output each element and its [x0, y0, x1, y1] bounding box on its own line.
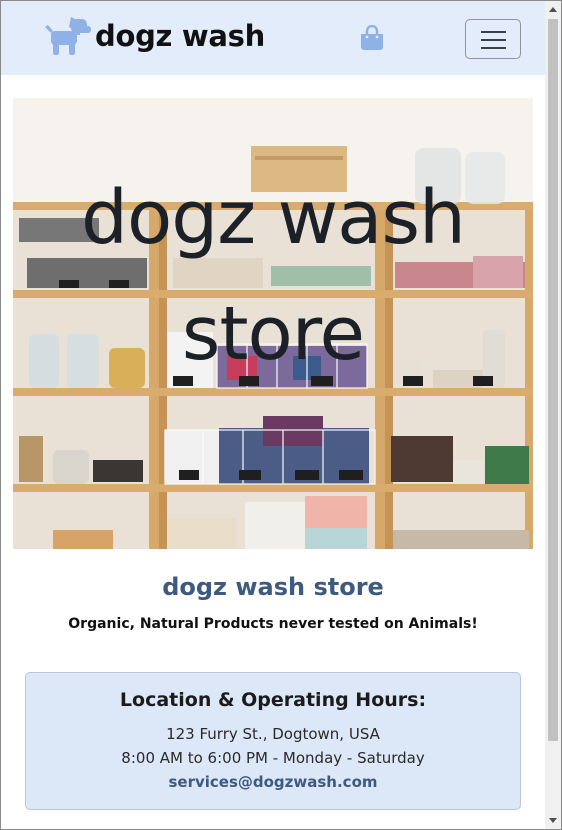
- email-link[interactable]: services@dogzwash.com: [26, 773, 520, 791]
- vertical-scrollbar[interactable]: [545, 1, 561, 829]
- navbar: dogz wash: [1, 1, 545, 75]
- menu-toggle-button[interactable]: [465, 19, 521, 59]
- shopping-bag-icon[interactable]: [359, 25, 385, 51]
- hero-title: dogz wash store: [81, 175, 466, 377]
- store-tagline: Organic, Natural Products never tested o…: [68, 616, 478, 632]
- dog-icon: [45, 17, 91, 55]
- hero-banner: dogz wash store: [13, 98, 533, 549]
- brand-name: dogz wash: [95, 19, 265, 53]
- scroll-down-arrow-icon[interactable]: [549, 818, 557, 823]
- operating-hours: 8:00 AM to 6:00 PM - Monday - Saturday: [121, 749, 425, 767]
- info-title: Location & Operating Hours:: [119, 689, 427, 711]
- store-heading: dogz wash store: [162, 573, 384, 601]
- main-content: dogz wash store dogz wash store Organic,…: [1, 75, 545, 830]
- brand-link[interactable]: dogz wash: [45, 15, 265, 57]
- store-address: 123 Furry St., Dogtown, USA: [166, 725, 380, 743]
- scroll-up-arrow-icon[interactable]: [549, 7, 557, 12]
- location-hours-card: Location & Operating Hours: 123 Furry St…: [25, 672, 521, 810]
- scrollbar-thumb[interactable]: [548, 19, 558, 741]
